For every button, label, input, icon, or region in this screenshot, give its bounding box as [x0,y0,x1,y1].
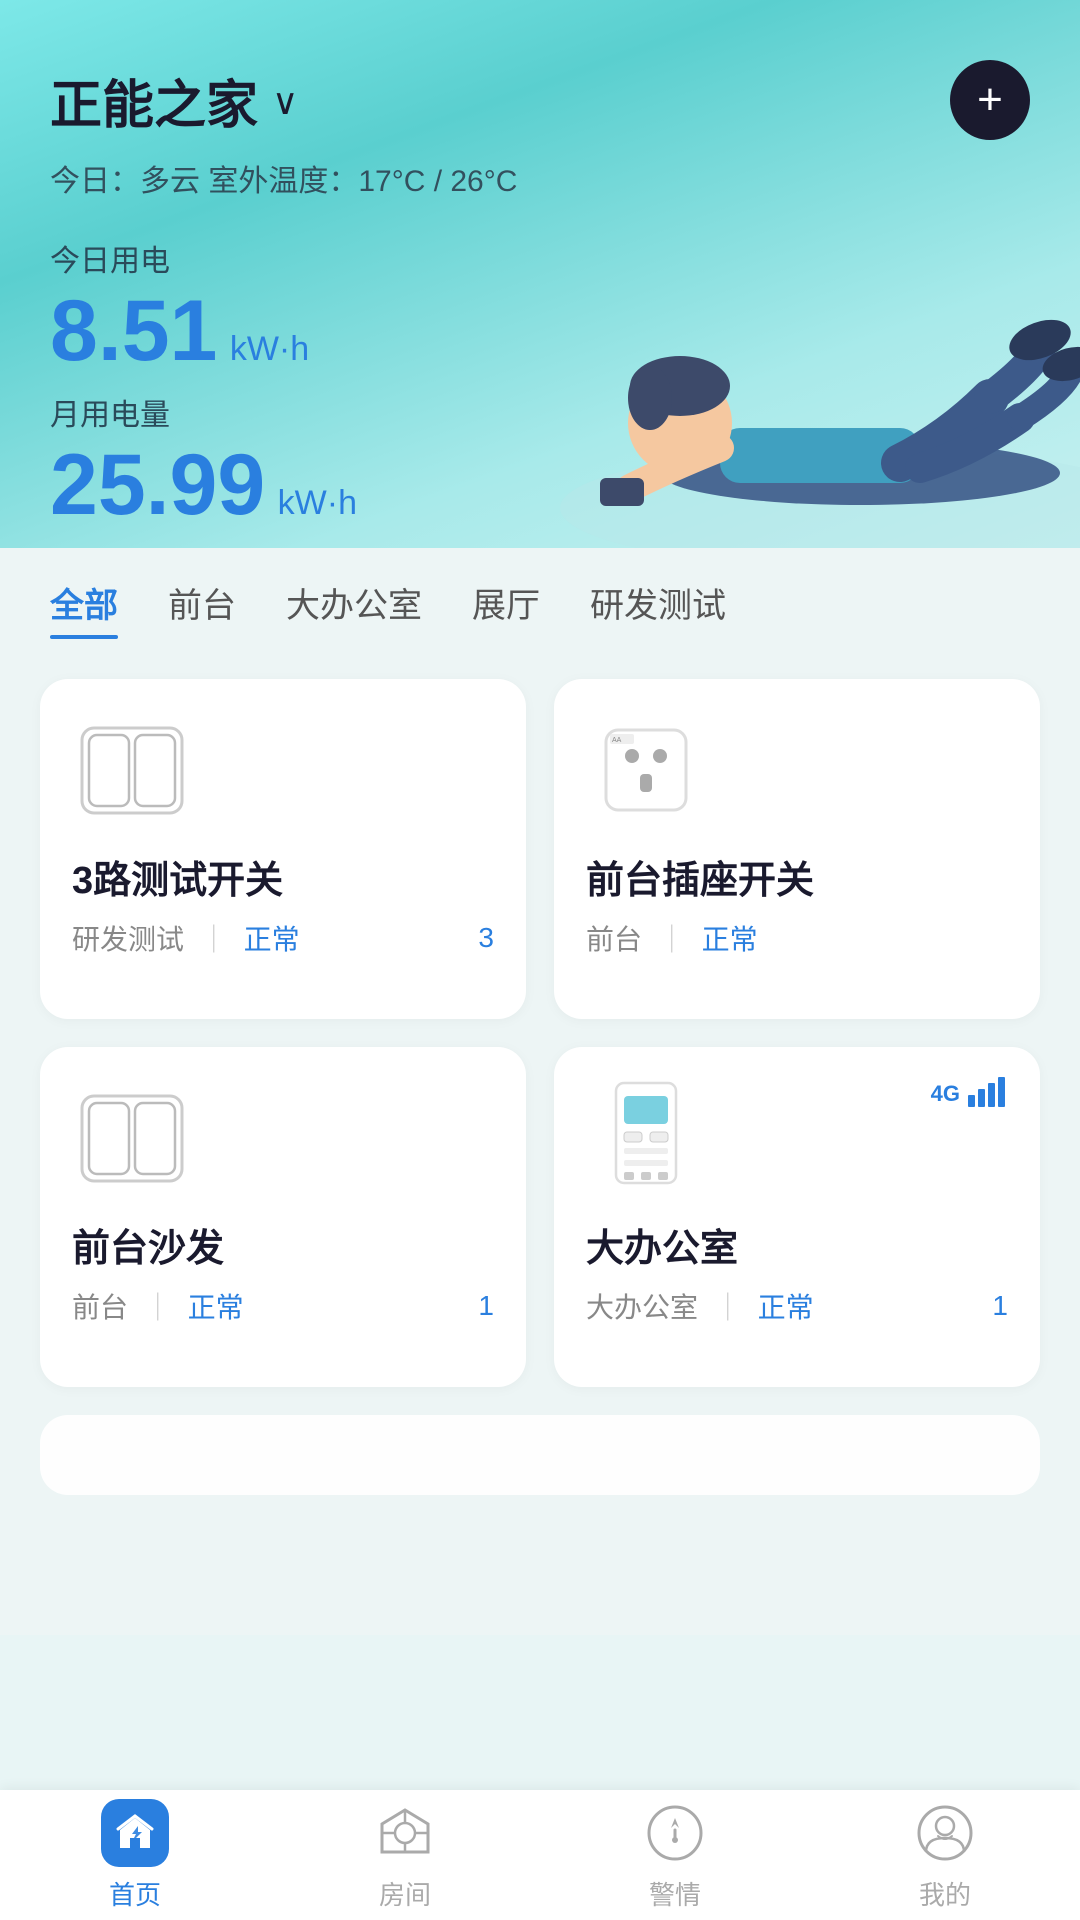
person-illustration [520,208,1080,548]
title-area: 正能之家 ∨ [50,63,298,138]
nav-label-alert: 警情 [649,1875,701,1912]
nav-item-home[interactable]: 首页 [0,1799,270,1912]
device-location-4: 大办公室 [586,1292,698,1323]
separator-3: ｜ [144,1292,172,1323]
nav-profile-icon-wrapper [911,1799,979,1867]
tab-qiantai[interactable]: 前台 [168,578,236,639]
device-count-3: 1 [478,1290,494,1322]
device-icon-area-3 [72,1083,192,1193]
device-name-2: 前台插座开关 [586,849,1008,904]
signal-4g-indicator: 4G [931,1075,1012,1107]
tab-office[interactable]: 大办公室 [286,578,422,639]
nav-item-profile[interactable]: 我的 [810,1799,1080,1912]
nav-item-room[interactable]: 房间 [270,1799,540,1912]
device-location-3: 前台 [72,1292,128,1323]
device-card-office[interactable]: 4G [554,1047,1040,1387]
device-card-sofa[interactable]: 前台沙发 前台 ｜ 正常 1 [40,1047,526,1387]
device-location-status-2: 前台 ｜ 正常 [586,918,758,958]
device-location-status-4: 大办公室 ｜ 正常 [586,1286,814,1326]
weather-info: 今日：多云 室外温度：17°C / 26°C [50,156,1030,200]
tabs-section: 全部 前台 大办公室 展厅 研发测试 [0,548,1080,659]
app-title: 正能之家 [50,63,258,138]
header-row: 正能之家 ∨ + [50,60,1030,140]
device-name-4: 大办公室 [586,1217,1008,1272]
device-count-4: 1 [992,1290,1008,1322]
device-card-switch-3[interactable]: 3路测试开关 研发测试 ｜ 正常 3 [40,679,526,1019]
switch-icon-1 [77,723,187,818]
bottom-nav: 首页 房间 警情 [0,1790,1080,1920]
separator-2: ｜ [658,924,686,955]
svg-text:AA: AA [612,737,622,744]
home-icon [114,1812,156,1854]
switch-icon-3 [77,1091,187,1186]
device-meta-4: 大办公室 ｜ 正常 1 [586,1286,1008,1326]
device-location-2: 前台 [586,924,642,955]
device-location-1: 研发测试 [72,924,184,955]
nav-home-icon-wrapper [101,1799,169,1867]
monthly-energy-unit: kW·h [278,484,357,522]
hero-section: 正能之家 ∨ + 今日：多云 室外温度：17°C / 26°C 今日用电 8.5… [0,0,1080,548]
tab-all[interactable]: 全部 [50,578,118,639]
nav-alert-icon-wrapper [641,1799,709,1867]
device-status-4: 正常 [758,1292,814,1323]
device-meta-2: 前台 ｜ 正常 [586,918,1008,958]
device-icon-area-1 [72,715,192,825]
nav-room-icon-wrapper [371,1799,439,1867]
device-meta-3: 前台 ｜ 正常 1 [72,1286,494,1326]
device-icon-area-2: AA [586,715,706,825]
nav-label-room: 房间 [379,1875,431,1912]
daily-energy-unit: kW·h [230,330,309,368]
alert-icon [644,1802,706,1864]
nav-home-bg [101,1799,169,1867]
monthly-energy-value: 25.99 [50,437,265,533]
nav-item-alert[interactable]: 警情 [540,1799,810,1912]
device-status-2: 正常 [702,924,758,955]
room-icon [374,1802,436,1864]
device-count-1: 3 [478,922,494,954]
signal-bars-icon [968,1075,1012,1107]
device-card-socket[interactable]: AA 前台插座开关 前台 ｜ 正常 [554,679,1040,1019]
plus-icon: + [977,78,1003,122]
device-card-partial[interactable] [40,1415,1040,1495]
device-name-1: 3路测试开关 [72,849,494,904]
device-location-status-3: 前台 ｜ 正常 [72,1286,244,1326]
nav-label-profile: 我的 [919,1875,971,1912]
device-location-status-1: 研发测试 ｜ 正常 [72,918,300,958]
tab-showroom[interactable]: 展厅 [472,578,540,639]
tab-rd[interactable]: 研发测试 [590,578,726,639]
profile-icon [914,1802,976,1864]
device-meta-1: 研发测试 ｜ 正常 3 [72,918,494,958]
device-name-3: 前台沙发 [72,1217,494,1272]
devices-grid: 3路测试开关 研发测试 ｜ 正常 3 [40,679,1040,1387]
socket-icon: AA [596,720,696,820]
devices-section: 3路测试开关 研发测试 ｜ 正常 3 [0,659,1080,1635]
chevron-down-icon[interactable]: ∨ [272,81,298,123]
add-button[interactable]: + [950,60,1030,140]
separator-4: ｜ [714,1292,742,1323]
device-status-1: 正常 [244,924,300,955]
device-status-3: 正常 [188,1292,244,1323]
nav-label-home: 首页 [109,1875,161,1912]
separator-1: ｜ [200,924,228,955]
signal-4g-label: 4G [931,1081,960,1107]
daily-energy-value: 8.51 [50,283,217,379]
device-icon-area-4 [586,1083,706,1193]
tabs-row: 全部 前台 大办公室 展厅 研发测试 [50,578,1030,639]
meter-icon [606,1078,686,1198]
